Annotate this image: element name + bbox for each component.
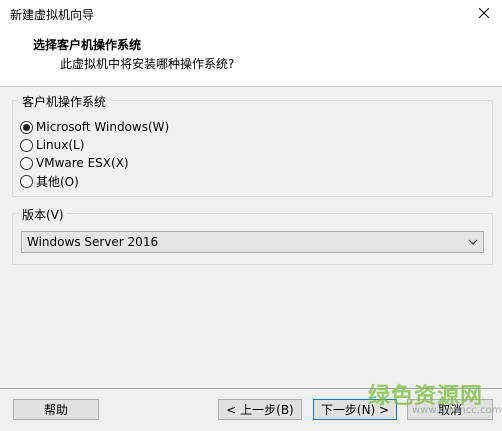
version-group: 版本(V) Windows Server 2016 — [12, 206, 493, 265]
radio-option-vmware-esx[interactable]: VMware ESX(X) — [20, 155, 129, 171]
radio-button-icon[interactable] — [20, 120, 33, 134]
guest-os-group: 客户机操作系统 Microsoft Windows(W) Linux(L) VM… — [12, 93, 493, 197]
radio-label: 其他(O) — [36, 174, 79, 189]
radio-button-icon[interactable] — [20, 156, 33, 170]
window-title: 新建虚拟机向导 — [10, 8, 95, 22]
version-legend: 版本(V) — [20, 206, 66, 223]
radio-label: Linux(L) — [36, 138, 85, 152]
radio-option-other[interactable]: 其他(O) — [20, 173, 79, 189]
radio-label: VMware ESX(X) — [36, 156, 129, 170]
chevron-down-icon[interactable] — [463, 232, 483, 252]
new-vm-wizard-window: 新建虚拟机向导 选择客户机操作系统 此虚拟机中将安装哪种操作系统? 客户机操作系… — [0, 0, 502, 431]
radio-button-icon[interactable] — [20, 138, 33, 152]
close-button[interactable] — [474, 3, 494, 23]
page-subtitle: 此虚拟机中将安装哪种操作系统? — [60, 57, 235, 71]
watermark: 绿色资源网 www.downcc.com — [368, 378, 502, 428]
header-panel: 选择客户机操作系统 此虚拟机中将安装哪种操作系统? — [0, 27, 502, 87]
help-button[interactable]: 帮助 — [13, 399, 99, 420]
back-button[interactable]: < 上一步(B) — [218, 399, 302, 420]
radio-option-linux[interactable]: Linux(L) — [20, 137, 84, 153]
radio-button-icon[interactable] — [20, 174, 33, 188]
watermark-url: www.downcc.com — [412, 405, 502, 416]
radio-label: Microsoft Windows(W) — [36, 120, 170, 134]
radio-selected-dot — [23, 123, 30, 131]
version-select[interactable]: Windows Server 2016 — [21, 231, 484, 253]
version-select-value: Windows Server 2016 — [27, 235, 159, 249]
page-title: 选择客户机操作系统 — [33, 38, 142, 52]
radio-option-windows[interactable]: Microsoft Windows(W) — [20, 119, 169, 135]
guest-os-legend: 客户机操作系统 — [20, 93, 109, 110]
title-bar: 新建虚拟机向导 — [0, 0, 502, 27]
close-icon — [479, 8, 489, 18]
